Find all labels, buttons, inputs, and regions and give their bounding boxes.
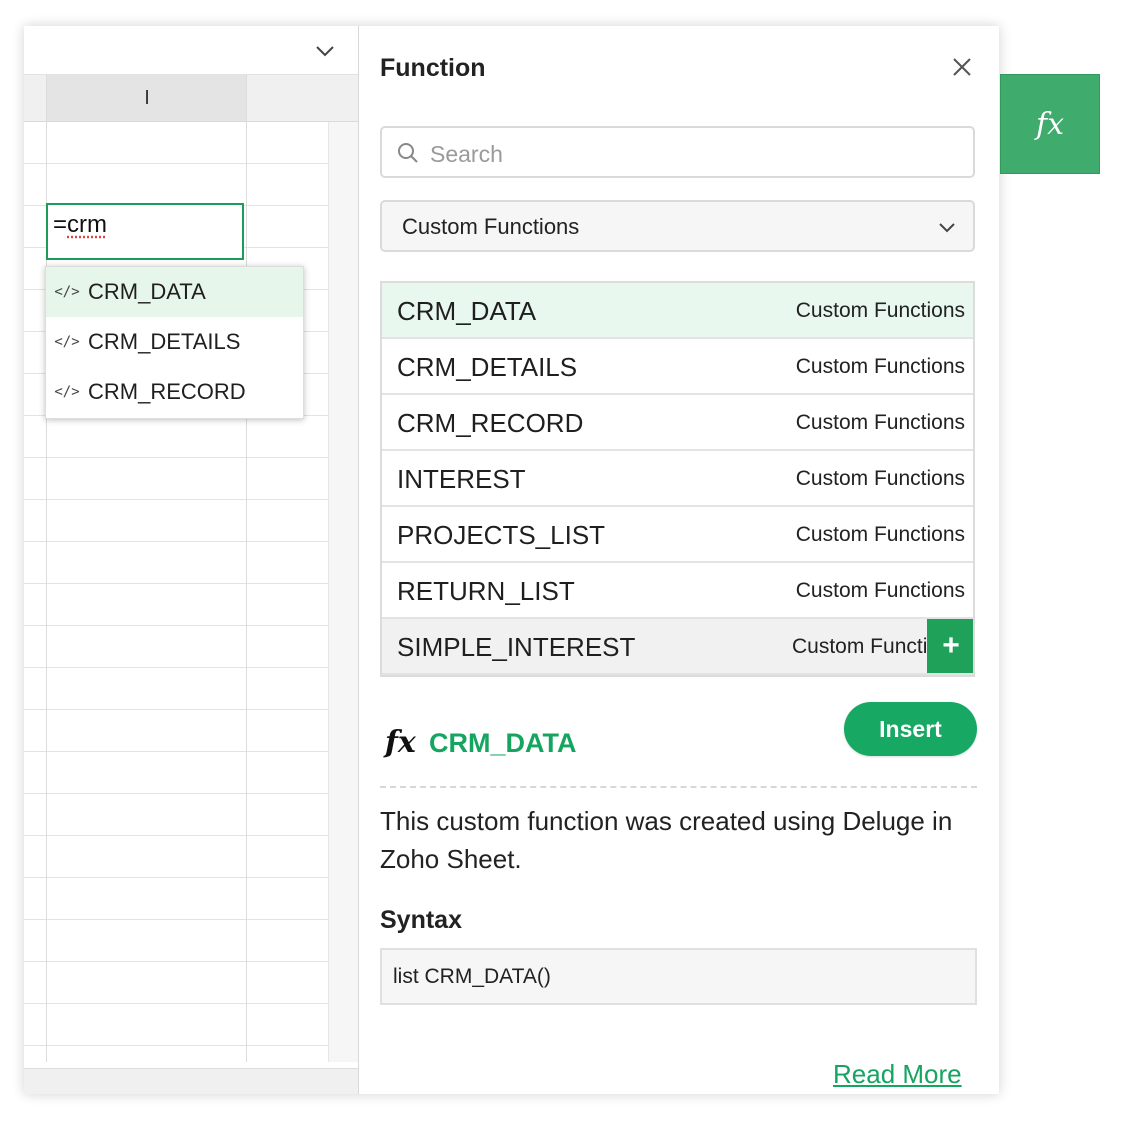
autocomplete-item[interactable]: </> CRM_DATA <box>46 267 303 317</box>
column-header-i[interactable]: I <box>47 75 247 121</box>
function-name: CRM_DETAILS <box>397 352 578 382</box>
fx-tab-button[interactable]: fx <box>1000 74 1100 174</box>
read-more-link[interactable]: Read More <box>833 1059 962 1090</box>
sheet-toolbar <box>24 26 358 75</box>
close-icon[interactable] <box>951 56 973 78</box>
autocomplete-item[interactable]: </> CRM_RECORD <box>46 367 303 417</box>
chevron-down-icon <box>939 223 955 233</box>
function-list: CRM_DATA Custom Functions CRM_DETAILS Cu… <box>380 281 975 677</box>
code-icon: </> <box>54 284 80 300</box>
cell-editor-text: =crm <box>53 211 107 238</box>
function-description: This custom function was created using D… <box>380 806 953 874</box>
function-category: Custom Functions <box>795 467 965 490</box>
function-name: RETURN_LIST <box>397 576 575 606</box>
function-name: CRM_DATA <box>397 296 537 326</box>
function-name: CRM_RECORD <box>397 408 584 438</box>
function-name: PROJECTS_LIST <box>397 520 606 550</box>
function-panel: Function Custom Functions CRM_DATA Custo… <box>359 26 999 1094</box>
grid-column-line <box>246 75 247 1062</box>
syntax-box: list CRM_DATA() <box>380 948 977 1005</box>
function-row[interactable]: SIMPLE_INTEREST Custom Functions + <box>382 619 973 675</box>
cell-editor[interactable]: =crm <box>46 203 244 260</box>
add-function-button[interactable]: + <box>927 619 973 673</box>
function-row[interactable]: INTEREST Custom Functions <box>382 451 973 507</box>
horizontal-scrollbar[interactable] <box>24 1068 358 1094</box>
chevron-down-icon[interactable] <box>314 40 336 62</box>
app-window: I =crm </> CRM_DATA </> CRM_DETAILS </> … <box>24 26 999 1094</box>
search-input[interactable] <box>428 138 952 170</box>
autocomplete-dropdown: </> CRM_DATA </> CRM_DETAILS </> CRM_REC… <box>45 266 304 419</box>
code-icon: </> <box>54 384 80 400</box>
function-icon: fx <box>385 725 416 760</box>
spreadsheet-area: I =crm </> CRM_DATA </> CRM_DETAILS </> … <box>24 26 359 1094</box>
function-row[interactable]: CRM_DATA Custom Functions <box>382 283 973 339</box>
syntax-label: Syntax <box>380 906 462 934</box>
function-row[interactable]: CRM_RECORD Custom Functions <box>382 395 973 451</box>
category-selected-value: Custom Functions <box>402 214 580 239</box>
code-icon: </> <box>54 334 80 350</box>
autocomplete-item[interactable]: </> CRM_DETAILS <box>46 317 303 367</box>
separator <box>380 786 977 788</box>
selected-function-title: CRM_DATA <box>429 728 577 758</box>
autocomplete-item-label: CRM_DATA <box>88 279 206 304</box>
panel-title: Function <box>380 54 486 82</box>
function-category: Custom Functions <box>792 635 927 658</box>
function-row[interactable]: PROJECTS_LIST Custom Functions <box>382 507 973 563</box>
syntax-text: list CRM_DATA() <box>393 965 551 988</box>
function-category: Custom Functions <box>795 579 965 602</box>
search-icon <box>398 143 418 163</box>
category-select[interactable]: Custom Functions <box>380 200 975 252</box>
search-box <box>380 126 975 178</box>
function-category: Custom Functions <box>795 523 965 546</box>
function-row[interactable]: RETURN_LIST Custom Functions <box>382 563 973 619</box>
function-name: INTEREST <box>397 464 526 494</box>
function-category: Custom Functions <box>795 299 965 322</box>
autocomplete-item-label: CRM_RECORD <box>88 379 246 404</box>
autocomplete-item-label: CRM_DETAILS <box>88 329 241 354</box>
fx-icon: fx <box>1035 106 1065 142</box>
cell-grid[interactable] <box>24 122 328 1062</box>
function-category: Custom Functions <box>795 355 965 378</box>
function-category: Custom Functions <box>795 411 965 434</box>
function-row[interactable]: CRM_DETAILS Custom Functions <box>382 339 973 395</box>
insert-button[interactable]: Insert <box>844 702 977 756</box>
vertical-scrollbar[interactable] <box>328 122 359 1062</box>
function-name: SIMPLE_INTEREST <box>397 632 636 662</box>
